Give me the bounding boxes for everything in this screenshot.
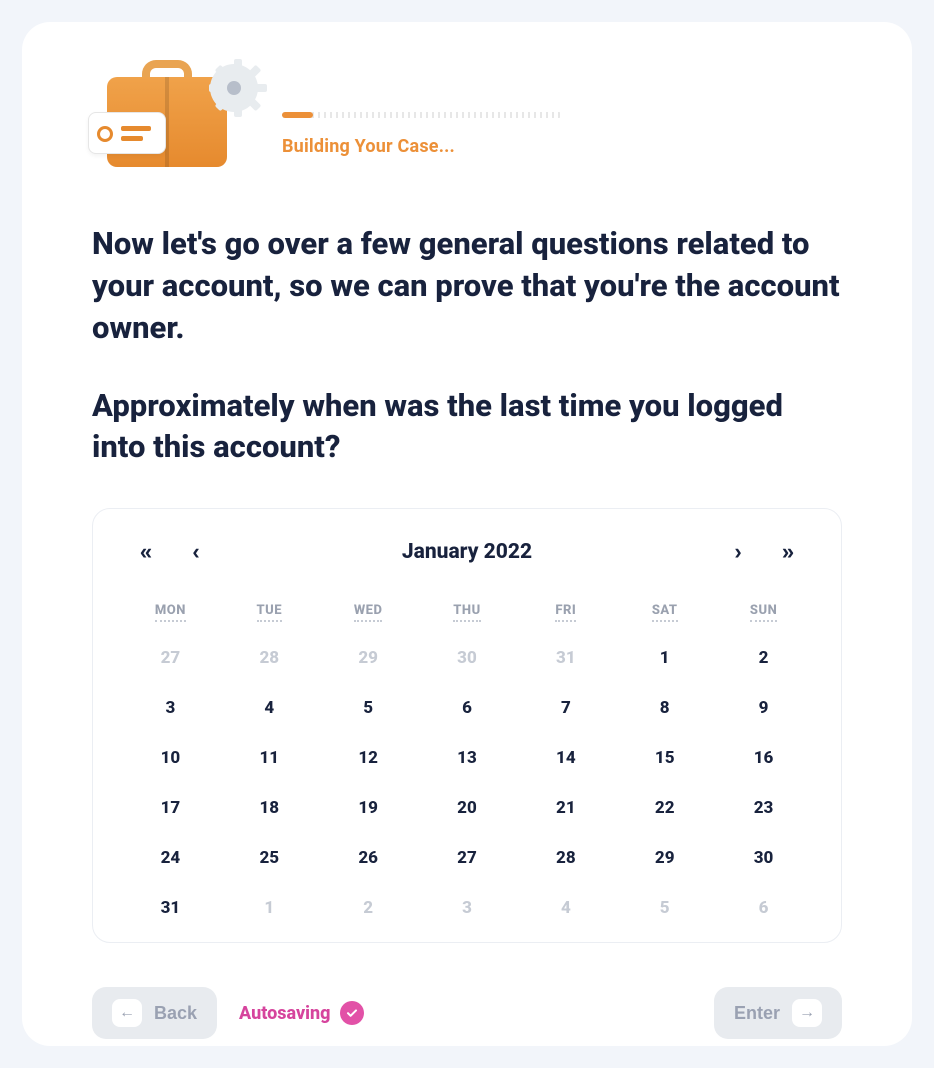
calendar: « ‹ January 2022 › » MON TUE WED THU FRI SAT S… bbox=[92, 508, 842, 943]
progress-label: Building Your Case... bbox=[282, 136, 842, 157]
calendar-nav: « ‹ January 2022 › » bbox=[121, 535, 813, 569]
gear-icon bbox=[210, 64, 258, 112]
calendar-day[interactable]: 1 bbox=[646, 644, 684, 672]
calendar-day[interactable]: 24 bbox=[151, 844, 189, 872]
weekday-header: MON bbox=[155, 603, 186, 622]
calendar-day[interactable]: 26 bbox=[349, 844, 387, 872]
progress-bar bbox=[282, 112, 562, 118]
calendar-day[interactable]: 14 bbox=[547, 744, 585, 772]
next-month-button[interactable]: › bbox=[713, 535, 763, 569]
header: Building Your Case... bbox=[92, 52, 842, 177]
question-text: Approximately when was the last time you… bbox=[92, 385, 842, 469]
calendar-day[interactable]: 31 bbox=[547, 644, 585, 672]
arrow-left-icon: ← bbox=[112, 999, 142, 1027]
progress-section: Building Your Case... bbox=[282, 112, 842, 177]
weekday-header: FRI bbox=[555, 603, 576, 622]
briefcase-illustration bbox=[92, 52, 252, 177]
calendar-day[interactable]: 9 bbox=[745, 694, 783, 722]
calendar-day[interactable]: 21 bbox=[547, 794, 585, 822]
calendar-day[interactable]: 19 bbox=[349, 794, 387, 822]
back-label: Back bbox=[154, 1003, 197, 1024]
calendar-day[interactable]: 17 bbox=[151, 794, 189, 822]
enter-label: Enter bbox=[734, 1003, 780, 1024]
footer-nav: ← Back Autosaving Enter → bbox=[92, 987, 842, 1039]
calendar-day[interactable]: 31 bbox=[151, 894, 189, 922]
back-button[interactable]: ← Back bbox=[92, 987, 217, 1039]
autosave-status: Autosaving bbox=[239, 1001, 364, 1025]
weekday-header: WED bbox=[354, 603, 383, 622]
calendar-day[interactable]: 20 bbox=[448, 794, 486, 822]
form-card: Building Your Case... Now let's go over … bbox=[22, 22, 912, 1046]
weekday-header: TUE bbox=[257, 603, 283, 622]
prev-month-button[interactable]: ‹ bbox=[171, 535, 221, 569]
calendar-day[interactable]: 1 bbox=[250, 894, 288, 922]
calendar-day[interactable]: 7 bbox=[547, 694, 585, 722]
calendar-day[interactable]: 30 bbox=[745, 844, 783, 872]
prev-year-button[interactable]: « bbox=[121, 535, 171, 569]
calendar-day[interactable]: 25 bbox=[250, 844, 288, 872]
calendar-day[interactable]: 15 bbox=[646, 744, 684, 772]
question-heading: Now let's go over a few general question… bbox=[92, 223, 842, 468]
calendar-day[interactable]: 10 bbox=[151, 744, 189, 772]
calendar-day[interactable]: 29 bbox=[349, 644, 387, 672]
calendar-day[interactable]: 3 bbox=[151, 694, 189, 722]
calendar-day[interactable]: 28 bbox=[250, 644, 288, 672]
check-icon bbox=[340, 1001, 364, 1025]
calendar-day[interactable]: 4 bbox=[547, 894, 585, 922]
arrow-right-icon: → bbox=[792, 999, 822, 1027]
calendar-day[interactable]: 27 bbox=[448, 844, 486, 872]
calendar-day[interactable]: 6 bbox=[448, 694, 486, 722]
intro-text: Now let's go over a few general question… bbox=[92, 225, 840, 346]
weekday-header: THU bbox=[453, 603, 480, 622]
enter-button[interactable]: Enter → bbox=[714, 987, 842, 1039]
calendar-day[interactable]: 22 bbox=[646, 794, 684, 822]
next-year-button[interactable]: » bbox=[763, 535, 813, 569]
calendar-day[interactable]: 2 bbox=[745, 644, 783, 672]
calendar-day[interactable]: 29 bbox=[646, 844, 684, 872]
calendar-day[interactable]: 8 bbox=[646, 694, 684, 722]
calendar-day[interactable]: 6 bbox=[745, 894, 783, 922]
weekday-header: SAT bbox=[652, 603, 678, 622]
calendar-day[interactable]: 4 bbox=[250, 694, 288, 722]
calendar-day[interactable]: 16 bbox=[745, 744, 783, 772]
calendar-grid: MONTUEWEDTHUFRISATSUN2728293031123456789… bbox=[121, 603, 813, 922]
calendar-day[interactable]: 27 bbox=[151, 644, 189, 672]
calendar-day[interactable]: 30 bbox=[448, 644, 486, 672]
calendar-day[interactable]: 2 bbox=[349, 894, 387, 922]
calendar-title: January 2022 bbox=[221, 540, 713, 564]
calendar-day[interactable]: 18 bbox=[250, 794, 288, 822]
calendar-day[interactable]: 23 bbox=[745, 794, 783, 822]
calendar-day[interactable]: 3 bbox=[448, 894, 486, 922]
calendar-day[interactable]: 28 bbox=[547, 844, 585, 872]
calendar-day[interactable]: 5 bbox=[349, 694, 387, 722]
calendar-day[interactable]: 13 bbox=[448, 744, 486, 772]
calendar-day[interactable]: 11 bbox=[250, 744, 288, 772]
calendar-day[interactable]: 5 bbox=[646, 894, 684, 922]
calendar-day[interactable]: 12 bbox=[349, 744, 387, 772]
weekday-header: SUN bbox=[750, 603, 777, 622]
autosave-label: Autosaving bbox=[239, 1003, 330, 1024]
